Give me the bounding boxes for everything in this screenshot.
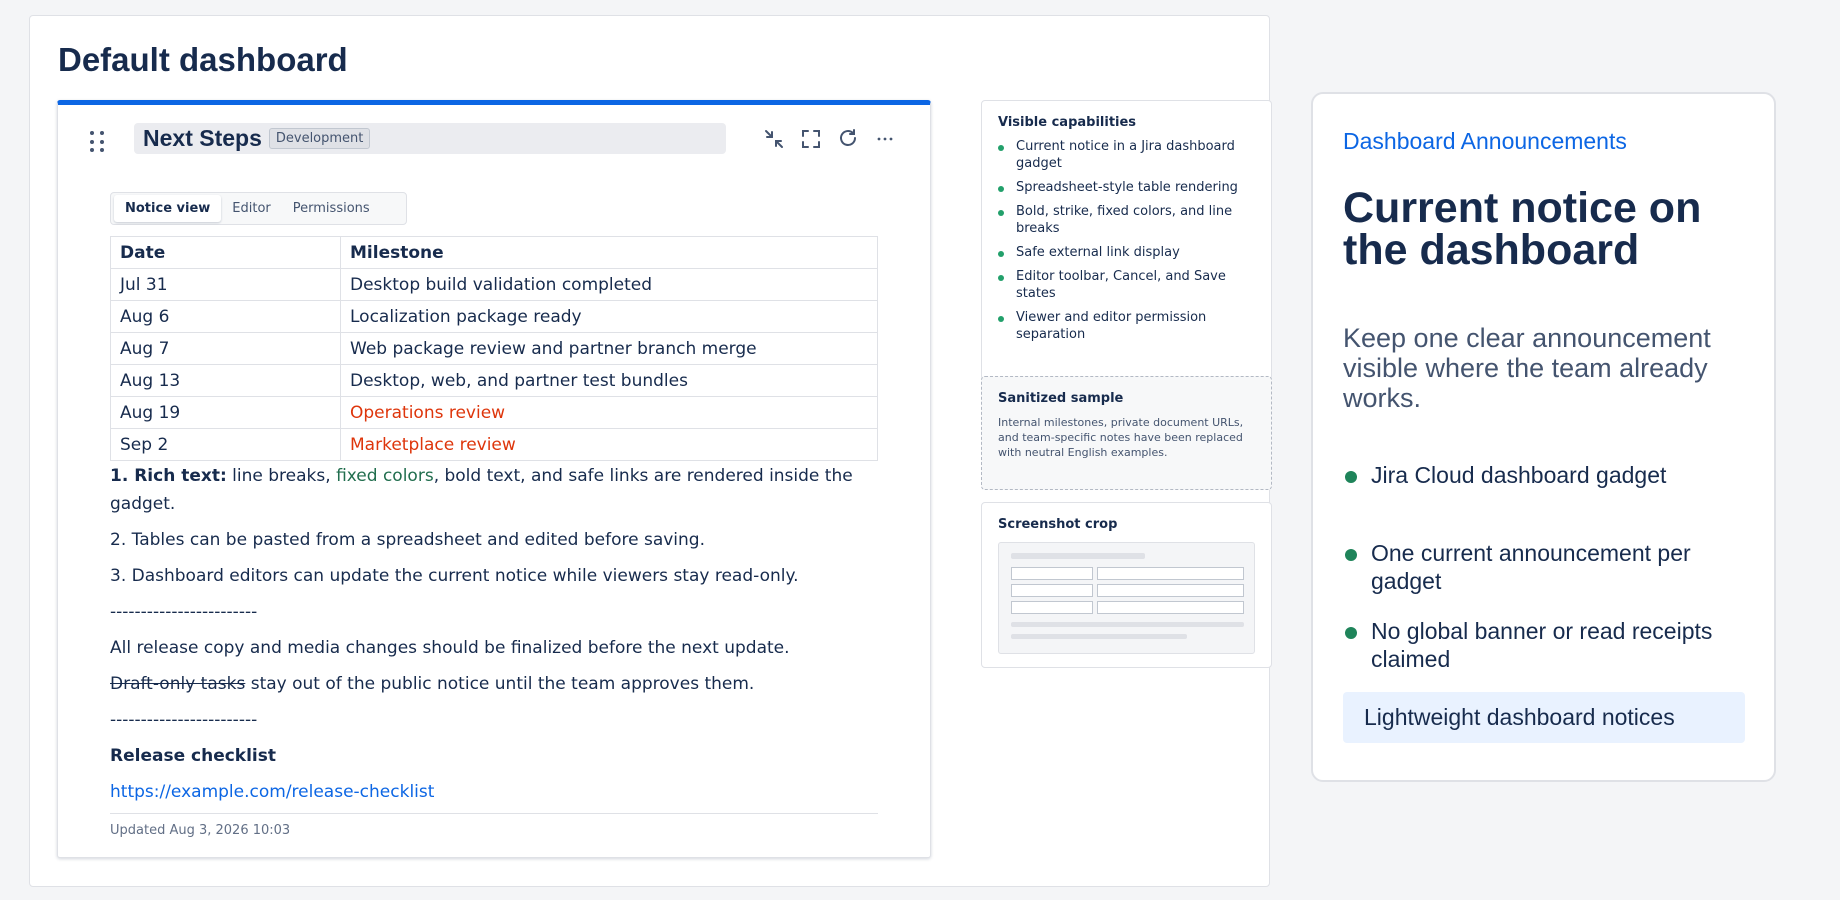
note-2: 2. Tables can be pasted from a spreadshe… xyxy=(110,530,705,550)
tab-notice-view[interactable]: Notice view xyxy=(114,195,222,222)
crop-title: Screenshot crop xyxy=(998,517,1118,532)
note-1-label: 1. Rich text: xyxy=(110,466,227,486)
tab-permissions[interactable]: Permissions xyxy=(282,195,381,222)
refresh-icon[interactable] xyxy=(836,127,860,151)
divider-rule: ------------------------ xyxy=(110,710,258,730)
milestone-cell-highlighted: Operations review xyxy=(340,396,878,429)
checklist-title: Release checklist xyxy=(110,742,882,770)
note-1-text-a: line breaks, xyxy=(226,466,337,486)
more-icon[interactable] xyxy=(873,127,897,151)
table-row: Jul 31 Desktop build validation complete… xyxy=(110,268,878,301)
note-3: 3. Dashboard editors can update the curr… xyxy=(110,566,799,586)
status-lozenge: Development xyxy=(268,128,371,149)
sanitized-sample-card: Sanitized sample Internal milestones, pr… xyxy=(981,376,1272,490)
column-header-date: Date xyxy=(110,236,341,269)
list-item: One current announcement per gadget xyxy=(1343,539,1763,595)
date-cell: Jul 31 xyxy=(110,268,341,301)
table-header-row: Date Milestone xyxy=(110,236,878,269)
list-item: No global banner or read receipts claime… xyxy=(1343,617,1763,673)
minimize-icon[interactable] xyxy=(762,127,786,151)
tab-editor[interactable]: Editor xyxy=(221,195,281,222)
date-cell: Aug 6 xyxy=(110,300,341,333)
list-item: Viewer and editor permission separation xyxy=(998,309,1259,343)
sample-title: Sanitized sample xyxy=(998,391,1124,406)
green-text: fixed colors xyxy=(336,466,434,486)
notice-gadget: Next Steps Development Notice view Edito… xyxy=(57,100,931,858)
milestone-cell: Desktop, web, and partner test bundles xyxy=(340,364,878,397)
page-title: Default dashboard xyxy=(58,41,348,78)
promo-subtitle: Keep one clear announcement visible wher… xyxy=(1343,323,1711,413)
column-header-milestone: Milestone xyxy=(340,236,878,269)
date-cell: Aug 7 xyxy=(110,332,341,365)
checklist-link-row: https://example.com/release-checklist xyxy=(110,778,882,806)
list-item: Safe external link display xyxy=(998,244,1259,261)
divider-rule: ------------------------ xyxy=(110,602,258,622)
capabilities-list: Current notice in a Jira dashboard gadge… xyxy=(998,138,1259,343)
date-cell: Aug 19 xyxy=(110,396,341,429)
checklist-title-text: Release checklist xyxy=(110,746,277,766)
promo-bullets: Jira Cloud dashboard gadget One current … xyxy=(1343,461,1763,673)
table-row: Aug 6 Localization package ready xyxy=(110,300,878,333)
date-cell: Aug 13 xyxy=(110,364,341,397)
list-item: Current notice in a Jira dashboard gadge… xyxy=(998,138,1259,172)
table-row: Aug 13 Desktop, web, and partner test bu… xyxy=(110,364,878,397)
milestone-cell-highlighted: Marketplace review xyxy=(340,428,878,461)
milestone-cell: Desktop build validation completed xyxy=(340,268,878,301)
list-item: Editor toolbar, Cancel, and Save states xyxy=(998,268,1259,302)
table-row: Sep 2 Marketplace review xyxy=(110,428,878,461)
promo-chip: Lightweight dashboard notices xyxy=(1343,692,1745,743)
table-row: Aug 19 Operations review xyxy=(110,396,878,429)
updated-timestamp: Updated Aug 3, 2026 10:03 xyxy=(110,813,878,838)
table-row: Aug 7 Web package review and partner bra… xyxy=(110,332,878,365)
milestone-cell: Localization package ready xyxy=(340,300,878,333)
date-cell: Sep 2 xyxy=(110,428,341,461)
gadget-actions xyxy=(762,127,897,151)
crop-thumbnail xyxy=(998,542,1255,654)
view-tabs: Notice view Editor Permissions xyxy=(110,192,407,225)
announcement-promo-card: Dashboard Announcements Current notice o… xyxy=(1311,92,1776,782)
draft-rest: stay out of the public notice until the … xyxy=(245,674,755,694)
promo-title: Current notice on the dashboard xyxy=(1343,184,1702,274)
gadget-header: Next Steps Development xyxy=(134,123,726,154)
list-item: Spreadsheet-style table rendering xyxy=(998,179,1259,196)
capabilities-title: Visible capabilities xyxy=(998,115,1137,130)
drag-handle-icon[interactable] xyxy=(90,131,104,153)
sample-text: Internal milestones, private document UR… xyxy=(998,416,1244,459)
capabilities-card: Visible capabilities Current notice in a… xyxy=(981,100,1272,380)
release-paragraph: All release copy and media changes shoul… xyxy=(110,638,790,658)
list-item: Bold, strike, fixed colors, and line bre… xyxy=(998,203,1259,237)
gadget-title: Next Steps xyxy=(143,125,262,151)
list-item: Jira Cloud dashboard gadget xyxy=(1343,461,1763,489)
promo-kicker: Dashboard Announcements xyxy=(1343,128,1627,154)
note-1: 1. Rich text: line breaks, fixed colors,… xyxy=(110,462,882,518)
draft-paragraph: Draft-only tasks stay out of the public … xyxy=(110,670,882,698)
checklist-link[interactable]: https://example.com/release-checklist xyxy=(110,782,434,802)
milestone-table: Date Milestone Jul 31 Desktop build vali… xyxy=(110,236,878,461)
screenshot-crop-card: Screenshot crop xyxy=(981,502,1272,668)
dashboard-panel: Default dashboard Next Steps Development… xyxy=(29,15,1272,887)
struck-text: Draft-only tasks xyxy=(110,674,246,694)
milestone-cell: Web package review and partner branch me… xyxy=(340,332,878,365)
notice-body: 1. Rich text: line breaks, fixed colors,… xyxy=(110,462,882,814)
fullscreen-icon[interactable] xyxy=(799,127,823,151)
